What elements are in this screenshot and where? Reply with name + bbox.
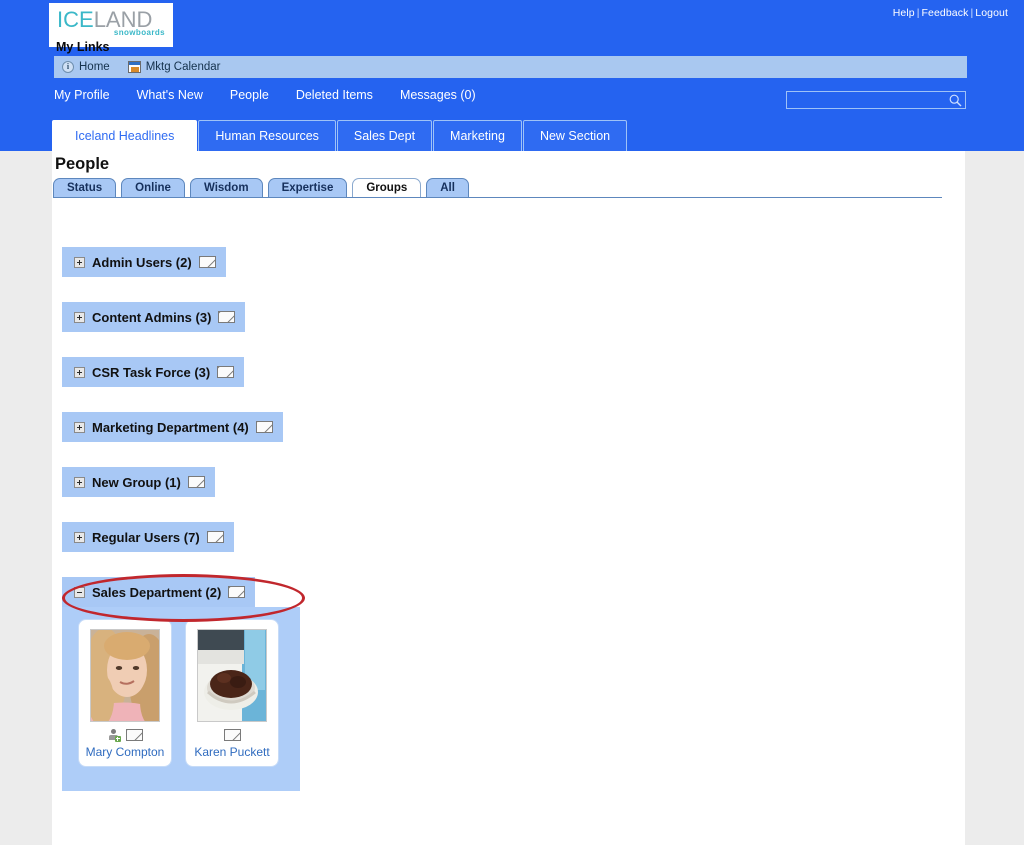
link-item-mktg-calendar-label: Mktg Calendar [145,61,221,73]
search-box[interactable] [786,91,966,109]
avatar [197,629,267,722]
calendar-icon [127,61,141,73]
group-name-label: Regular Users (7) [92,529,200,545]
people-sub-tabs: Status Online Wisdom Expertise Groups Al… [53,178,474,197]
link-item-home[interactable]: i Home [62,61,110,73]
my-links-label: My Links [56,40,110,54]
expand-plus-icon[interactable] [74,256,85,268]
sub-tab-status[interactable]: Status [53,178,117,197]
nav-people[interactable]: People [230,88,269,102]
group-name-label: Marketing Department (4) [92,419,249,435]
sub-tab-wisdom[interactable]: Wisdom [189,178,263,197]
member-name-link[interactable]: Mary Compton [86,745,165,759]
groups-list: Admin Users (2) Content Admins (3) CSR T… [62,247,942,791]
info-icon: i [62,61,74,73]
search-input[interactable] [787,92,945,108]
add-contact-icon[interactable] [108,728,121,742]
group-row-regular-users[interactable]: Regular Users (7) [62,522,234,552]
envelope-icon[interactable] [255,421,273,433]
section-tab-sales-dept[interactable]: Sales Dept [336,120,433,151]
group-row-new-group[interactable]: New Group (1) [62,467,215,497]
content-panel: People Status Online Wisdom Expertise Gr… [52,151,965,845]
envelope-icon[interactable] [218,311,236,323]
sub-tab-expertise[interactable]: Expertise [267,178,348,197]
page-title: People [55,155,110,173]
group-row-admin-users[interactable]: Admin Users (2) [62,247,226,277]
sub-tab-online[interactable]: Online [121,178,185,197]
sub-tabs-divider [53,197,942,198]
logout-link[interactable]: Logout [975,7,1008,19]
envelope-icon[interactable] [228,586,246,598]
expand-plus-icon[interactable] [74,421,85,433]
section-tab-new-section[interactable]: New Section [522,120,628,151]
expand-plus-icon[interactable] [74,476,85,488]
section-tab-human-resources[interactable]: Human Resources [198,120,336,151]
main-nav: My Profile What's New People Deleted Ite… [54,88,476,102]
group-name-label: CSR Task Force (3) [92,364,211,380]
group-name-label: Admin Users (2) [92,254,192,270]
group-row-csr-task-force[interactable]: CSR Task Force (3) [62,357,245,387]
collapse-minus-icon[interactable] [74,586,85,598]
nav-messages[interactable]: Messages (0) [400,88,476,102]
section-tab-marketing[interactable]: Marketing [433,120,522,151]
group-row-marketing-department[interactable]: Marketing Department (4) [62,412,283,442]
avatar [90,629,160,722]
group-row-content-admins[interactable]: Content Admins (3) [62,302,246,332]
utility-separator-1: | [916,7,920,19]
nav-my-profile[interactable]: My Profile [54,88,110,102]
envelope-icon[interactable] [206,531,224,543]
my-links-bar: i Home Mktg Calendar [54,56,967,78]
nav-deleted-items[interactable]: Deleted Items [296,88,373,102]
link-item-mktg-calendar[interactable]: Mktg Calendar [127,61,221,73]
envelope-icon[interactable] [125,729,143,741]
group-name-label: Content Admins (3) [92,309,212,325]
feedback-link[interactable]: Feedback [922,7,969,19]
group-row-sales-department[interactable]: Sales Department (2) [62,577,256,607]
member-name-link[interactable]: Karen Puckett [194,745,269,759]
group-members-panel: Mary Compton Karen Puckett [62,607,300,791]
help-link[interactable]: Help [893,7,915,19]
member-action-icons [223,728,241,742]
section-tabs: Iceland Headlines Human Resources Sales … [52,120,628,151]
expand-plus-icon[interactable] [74,531,85,543]
header-band: Help | Feedback | Logout ICELAND snowboards … [0,0,1024,151]
envelope-icon[interactable] [217,366,235,378]
nav-whats-new[interactable]: What's New [137,88,203,102]
envelope-icon[interactable] [187,476,205,488]
app-window: Help | Feedback | Logout ICELAND snowboards … [0,0,1024,845]
group-name-label: Sales Department (2) [92,584,222,600]
sub-tab-all[interactable]: All [426,178,469,197]
section-tab-iceland-headlines[interactable]: Iceland Headlines [52,120,198,151]
envelope-icon[interactable] [223,729,241,741]
member-card-mary-compton[interactable]: Mary Compton [78,619,172,767]
group-sales-department: Sales Department (2) Mary Compton Karen … [62,577,942,791]
expand-plus-icon[interactable] [74,311,85,323]
search-icon[interactable] [945,92,965,108]
group-name-label: New Group (1) [92,474,181,490]
sub-tab-groups[interactable]: Groups [352,178,422,197]
link-item-home-label: Home [79,61,110,73]
member-action-icons [108,728,143,742]
envelope-icon[interactable] [198,256,216,268]
member-card-karen-puckett[interactable]: Karen Puckett [185,619,279,767]
expand-plus-icon[interactable] [74,366,85,378]
logo-text-ice: ICE [57,7,94,32]
utility-links: Help | Feedback | Logout [893,7,1008,19]
